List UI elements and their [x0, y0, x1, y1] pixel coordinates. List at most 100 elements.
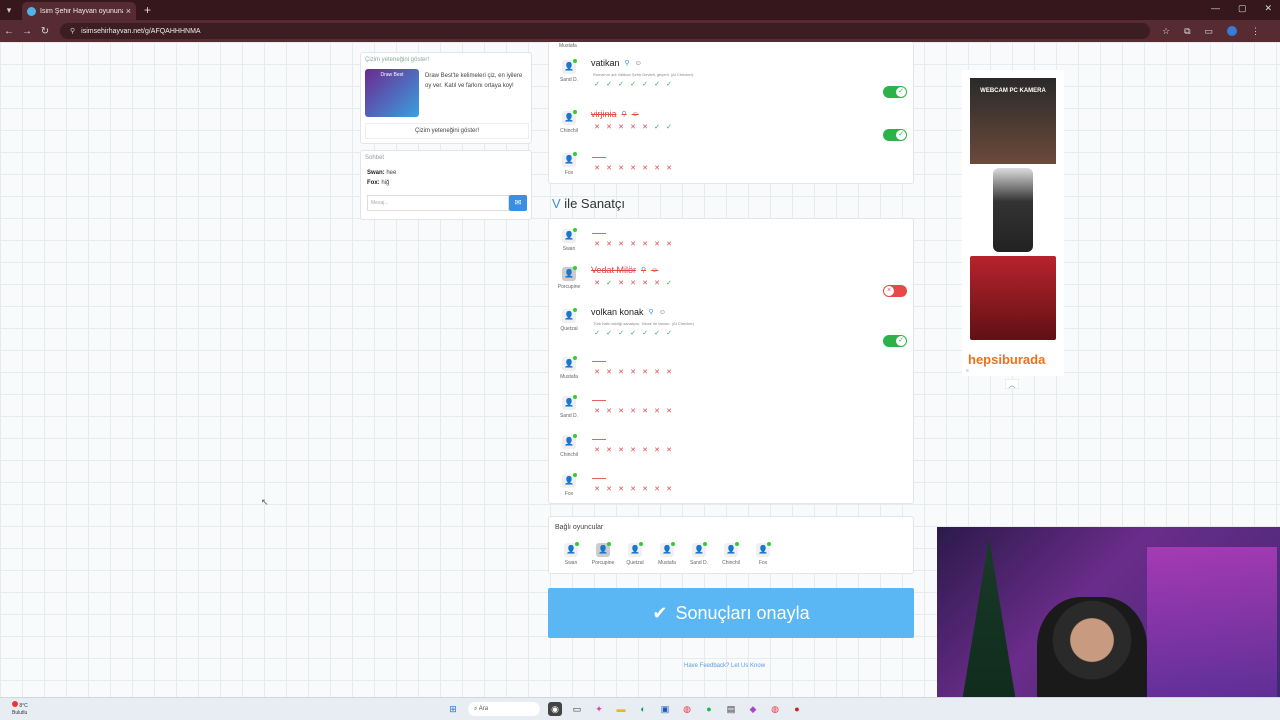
- send-message-button[interactable]: ✉: [509, 195, 527, 211]
- app-icon[interactable]: ◉: [548, 702, 562, 716]
- windows-start-icon[interactable]: ⊞: [446, 702, 460, 716]
- search-answer-icon[interactable]: ⚲: [641, 266, 646, 274]
- connected-player[interactable]: 👤 Chinchil: [716, 542, 746, 566]
- christmas-tree-image: [959, 537, 1019, 720]
- edge-icon[interactable]: ◐: [636, 702, 650, 716]
- back-icon[interactable]: ←: [0, 26, 18, 37]
- vote-marks: ✕ ✕ ✕ ✕ ✕ ✕ ✕: [593, 241, 673, 249]
- x-mark-icon: ✕: [606, 408, 612, 415]
- task-view-icon[interactable]: ▭: [570, 702, 584, 716]
- minimize-icon[interactable]: —: [1211, 3, 1220, 14]
- answer-text: Vedat Milör: [591, 265, 637, 275]
- new-tab-icon[interactable]: +: [144, 3, 151, 17]
- player-avatar: 👤: [562, 59, 577, 74]
- url-field[interactable]: ⚲ isimsehirhayvan.net/g/AFQAHHHNMA: [60, 23, 1150, 39]
- chat-message: Fox: hiğ: [367, 180, 389, 186]
- cast-icon[interactable]: ▭: [1205, 26, 1214, 37]
- answer-validity-toggle[interactable]: [883, 335, 907, 347]
- menu-icon[interactable]: ⋮: [1251, 26, 1260, 37]
- chat-message-input[interactable]: Mesaj...: [367, 195, 509, 211]
- search-answer-icon[interactable]: ⚲: [625, 59, 630, 67]
- close-window-icon[interactable]: ✕: [1264, 3, 1272, 14]
- chrome-profile-icon[interactable]: ◍: [768, 702, 782, 716]
- check-mark-icon: ✓: [606, 280, 612, 287]
- category-letter: V: [552, 196, 561, 211]
- vote-marks: ✕ ✓ ✕ ✕ ✕ ✕ ✓: [593, 280, 673, 288]
- windows-taskbar: 8°C Bulutlu ⊞ ⌕ Ara ◉ ▭ ✦ ▬ ◐ ▣ ◍ ● ▤ ◆ …: [0, 697, 1280, 720]
- answer-row: 👤 Quetzal volkan konak ⚲ ☺ Türk halk müziği s…: [549, 307, 915, 347]
- check-mark-icon: ✓: [666, 280, 672, 287]
- connected-player[interactable]: 👤 Mustafa: [652, 542, 682, 566]
- weather-alert-icon: [12, 701, 18, 707]
- player-info: 👤 Sand D.: [555, 59, 583, 83]
- ad-pc-case-image[interactable]: [970, 256, 1056, 340]
- answer-validity-toggle[interactable]: [883, 285, 907, 297]
- tab-list-icon[interactable]: ▾: [0, 5, 18, 16]
- answer-validity-toggle[interactable]: [883, 86, 907, 98]
- feedback-link[interactable]: Have Feedback? Let Us Know: [684, 663, 765, 669]
- answer-cell: vatikan ⚲ ☺: [591, 58, 642, 68]
- x-mark-icon: ✕: [630, 486, 636, 493]
- terminal-icon[interactable]: ▤: [724, 702, 738, 716]
- recording-app-icon[interactable]: ●: [790, 702, 804, 716]
- app-icon-2[interactable]: ◆: [746, 702, 760, 716]
- forward-icon[interactable]: →: [18, 26, 36, 37]
- x-mark-icon: ✕: [594, 486, 600, 493]
- report-answer-icon[interactable]: ☺: [632, 111, 639, 118]
- ad-info-icon[interactable]: ≡: [966, 368, 969, 374]
- ad-gimbal-camera-image[interactable]: [993, 168, 1033, 252]
- reload-icon[interactable]: ↻: [36, 26, 54, 37]
- x-mark-icon: ✕: [618, 124, 624, 131]
- report-answer-icon[interactable]: ☺: [635, 60, 642, 67]
- check-icon: ✔: [652, 602, 668, 623]
- browser-tab[interactable]: İsim Şehir Hayvan oyununa katı ×: [22, 2, 136, 20]
- profile-avatar[interactable]: [1227, 26, 1238, 36]
- check-mark-icon: ✓: [594, 81, 600, 88]
- tab-title: İsim Şehir Hayvan oyununa katı: [40, 7, 123, 15]
- collapse-ad-icon[interactable]: ︿: [1005, 379, 1019, 389]
- connected-player[interactable]: 👤 Porcupine: [588, 542, 618, 566]
- check-mark-icon: ✓: [630, 330, 636, 337]
- show-drawing-button[interactable]: Çizim yeteneğini göster!: [365, 123, 529, 139]
- file-explorer-icon[interactable]: ▬: [614, 702, 628, 716]
- vote-marks: ✕ ✕ ✕ ✕ ✕ ✕ ✕: [593, 486, 673, 494]
- shelf-image: [1147, 547, 1277, 717]
- connected-player-name: Mustafa: [658, 560, 676, 566]
- connected-player[interactable]: 👤 Fox: [748, 542, 778, 566]
- extensions-icon[interactable]: ⧉: [1184, 26, 1190, 37]
- ad-brand-logo[interactable]: hepsiburada: [968, 352, 1045, 367]
- chrome-icon[interactable]: ◍: [680, 702, 694, 716]
- report-answer-icon[interactable]: ☺: [659, 309, 666, 316]
- site-info-icon[interactable]: ⚲: [70, 27, 75, 35]
- confirm-results-button[interactable]: ✔ Sonuçları onayla: [548, 588, 914, 638]
- x-mark-icon: ✕: [654, 165, 660, 172]
- player-avatar: 👤: [562, 434, 577, 449]
- player-avatar: 👤: [692, 542, 707, 557]
- x-mark-icon: ✕: [606, 165, 612, 172]
- store-icon[interactable]: ▣: [658, 702, 672, 716]
- answer-text: vatikan: [591, 58, 620, 68]
- player-info: 👤 Fox: [555, 473, 583, 497]
- close-tab-icon[interactable]: ×: [126, 6, 131, 16]
- chat-card: Sohbet Swan: hee Fox: hiğ Mesaj... ✉: [360, 150, 532, 220]
- ad-webcam-image[interactable]: WEBCAM PC KAMERA: [970, 78, 1056, 164]
- bookmark-star-icon[interactable]: ☆: [1162, 26, 1170, 37]
- report-answer-icon[interactable]: ☺: [651, 267, 658, 274]
- search-answer-icon[interactable]: ⚲: [622, 110, 627, 118]
- connected-player[interactable]: 👤 Quetzal: [620, 542, 650, 566]
- taskbar-search[interactable]: ⌕ Ara: [468, 702, 540, 716]
- player-avatar: 👤: [724, 542, 739, 557]
- copilot-icon[interactable]: ✦: [592, 702, 606, 716]
- weather-widget[interactable]: 8°C Bulutlu: [12, 701, 28, 717]
- draw-best-image[interactable]: Draw Best: [365, 69, 419, 117]
- answer-validity-toggle[interactable]: [883, 129, 907, 141]
- address-bar-row: ← → ↻ ⚲ isimsehirhayvan.net/g/AFQAHHHNMA…: [0, 20, 1280, 42]
- spotify-icon[interactable]: ●: [702, 702, 716, 716]
- advertisement[interactable]: WEBCAM PC KAMERA hepsiburada ≡: [962, 70, 1064, 376]
- search-answer-icon[interactable]: ⚲: [649, 308, 654, 316]
- connected-player[interactable]: 👤 Swan: [556, 542, 586, 566]
- maximize-icon[interactable]: ▢: [1238, 3, 1247, 14]
- connected-player[interactable]: 👤 Sand D.: [684, 542, 714, 566]
- site-favicon-icon: [27, 6, 36, 16]
- window-controls: — ▢ ✕: [1211, 3, 1272, 14]
